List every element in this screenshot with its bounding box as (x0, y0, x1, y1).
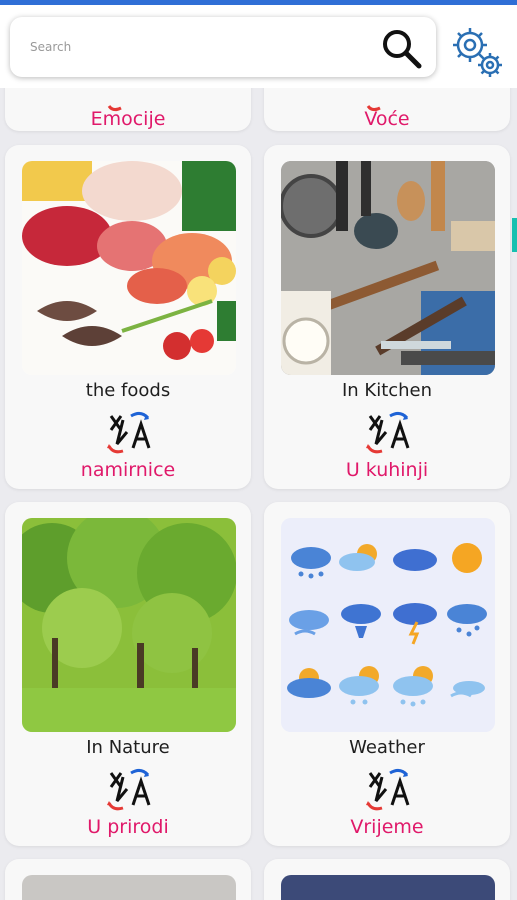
category-label-local: U kuhinji (345, 459, 429, 481)
category-card-voce[interactable]: Voće (264, 88, 510, 131)
app-logo-icon (366, 768, 410, 811)
category-card-weather[interactable]: Weather Vrijeme (264, 502, 510, 846)
nature-image (22, 518, 236, 732)
category-card-kitchen[interactable]: In Kitchen U kuhinji (264, 145, 510, 489)
category-label-local: Voće (364, 108, 410, 130)
app-logo-icon (366, 411, 410, 454)
kitchen-image (281, 161, 495, 375)
category-label-local: U prirodi (87, 816, 169, 838)
category-label-english: In Nature (86, 737, 170, 758)
category-image (22, 875, 236, 900)
app-logo-icon (107, 768, 151, 811)
weather-image (281, 518, 495, 732)
category-card-emocije[interactable]: Emocije (5, 88, 251, 131)
search-bar[interactable] (10, 17, 436, 77)
category-label-english: the foods (85, 380, 171, 401)
category-card-partial[interactable] (264, 859, 510, 900)
search-input[interactable] (30, 34, 370, 60)
category-card-partial[interactable] (5, 859, 251, 900)
app-logo-icon (107, 411, 151, 454)
category-image (281, 875, 495, 900)
category-label-english: In Kitchen (341, 380, 433, 401)
search-icon[interactable] (380, 27, 424, 71)
category-card-nature[interactable]: In Nature U prirodi (5, 502, 251, 846)
category-label-local: Vrijeme (350, 816, 424, 838)
category-grid[interactable]: Emocije Voće the foods namirnice In Kitc… (0, 88, 517, 900)
top-bar (0, 5, 517, 88)
settings-gear-icon[interactable] (448, 23, 506, 81)
category-label-local: namirnice (80, 459, 176, 481)
food-image (22, 161, 236, 375)
scrollbar-thumb[interactable] (512, 218, 517, 252)
category-label-local: Emocije (90, 108, 166, 130)
category-card-foods[interactable]: the foods namirnice (5, 145, 251, 489)
category-label-english: Weather (349, 737, 425, 758)
